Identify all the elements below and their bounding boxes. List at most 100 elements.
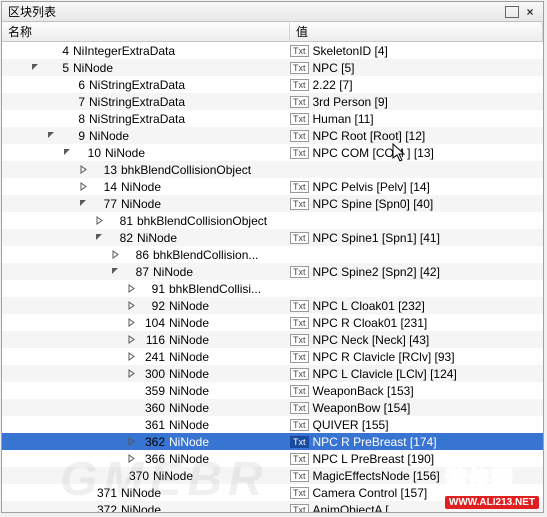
tree-row-value[interactable]: TxtNPC Neck [Neck] [43] xyxy=(290,333,543,347)
tree-view[interactable]: 4NiIntegerExtraDataTxtSkeletonID [4]5NiN… xyxy=(2,42,543,512)
tree-row-name[interactable]: 116NiNode xyxy=(2,333,290,347)
tree-row[interactable]: 87NiNodeTxtNPC Spine2 [Spn2] [42] xyxy=(2,263,543,280)
tree-row-value[interactable]: TxtNPC L Cloak01 [232] xyxy=(290,299,543,313)
tree-row-value[interactable]: TxtAnimObjectA [ xyxy=(290,503,543,513)
tree-row-value[interactable]: TxtNPC Root [Root] [12] xyxy=(290,129,543,143)
tree-row[interactable]: 13bhkBlendCollisionObject xyxy=(2,161,543,178)
tree-row[interactable]: 116NiNodeTxtNPC Neck [Neck] [43] xyxy=(2,331,543,348)
tree-row[interactable]: 5NiNodeTxtNPC [5] xyxy=(2,59,543,76)
tree-row-value[interactable]: TxtNPC COM [COM ] [13] xyxy=(290,146,543,160)
tree-row-value[interactable]: TxtSkeletonID [4] xyxy=(290,44,543,58)
tree-row-name[interactable]: 9NiNode xyxy=(2,129,290,143)
expand-icon[interactable] xyxy=(126,317,137,328)
collapse-icon[interactable] xyxy=(94,232,105,243)
tree-row-name[interactable]: 372NiNode xyxy=(2,503,290,513)
tree-row-value[interactable]: TxtNPC R Cloak01 [231] xyxy=(290,316,543,330)
tree-row[interactable]: 361NiNodeTxtQUIVER [155] xyxy=(2,416,543,433)
tree-row-name[interactable]: 5NiNode xyxy=(2,61,290,75)
tree-row[interactable]: 366NiNodeTxtNPC L PreBreast [190] xyxy=(2,450,543,467)
tree-row-name[interactable]: 361NiNode xyxy=(2,418,290,432)
expand-icon[interactable] xyxy=(126,351,137,362)
collapse-icon[interactable] xyxy=(78,198,89,209)
tree-row-value[interactable]: TxtNPC R PreBreast [174] xyxy=(290,435,543,449)
tree-row-value[interactable]: TxtNPC Spine2 [Spn2] [42] xyxy=(290,265,543,279)
tree-row-value[interactable]: TxtNPC R Clavicle [RClv] [93] xyxy=(290,350,543,364)
tree-row[interactable]: 8NiStringExtraDataTxtHuman [11] xyxy=(2,110,543,127)
tree-row-name[interactable]: 6NiStringExtraData xyxy=(2,78,290,92)
column-name-header[interactable]: 名称 xyxy=(2,21,290,42)
tree-row-name[interactable]: 92NiNode xyxy=(2,299,290,313)
expand-icon[interactable] xyxy=(126,453,137,464)
tree-row-value[interactable]: TxtNPC Spine [Spn0] [40] xyxy=(290,197,543,211)
tree-row-name[interactable]: 8NiStringExtraData xyxy=(2,112,290,126)
tree-row[interactable]: 9NiNodeTxtNPC Root [Root] [12] xyxy=(2,127,543,144)
tree-row[interactable]: 372NiNodeTxtAnimObjectA [ xyxy=(2,501,543,512)
tree-row-name[interactable]: 4NiIntegerExtraData xyxy=(2,44,290,58)
tree-row-value[interactable]: TxtMagicEffectsNode [156] xyxy=(290,469,543,483)
tree-row-name[interactable]: 360NiNode xyxy=(2,401,290,415)
tree-row[interactable]: 104NiNodeTxtNPC R Cloak01 [231] xyxy=(2,314,543,331)
tree-row-value[interactable]: Txt2.22 [7] xyxy=(290,78,543,92)
tree-row[interactable]: 86bhkBlendCollision... xyxy=(2,246,543,263)
tree-row-name[interactable]: 82NiNode xyxy=(2,231,290,245)
tree-row-name[interactable]: 370NiNode xyxy=(2,469,290,483)
tree-row-value[interactable]: TxtNPC L Clavicle [LClv] [124] xyxy=(290,367,543,381)
tree-row-name[interactable]: 7NiStringExtraData xyxy=(2,95,290,109)
expand-icon[interactable] xyxy=(94,215,105,226)
tree-row-value[interactable]: TxtNPC [5] xyxy=(290,61,543,75)
close-icon[interactable]: × xyxy=(523,5,537,19)
expand-icon[interactable] xyxy=(126,368,137,379)
tree-row-name[interactable]: 359NiNode xyxy=(2,384,290,398)
tree-row[interactable]: 92NiNodeTxtNPC L Cloak01 [232] xyxy=(2,297,543,314)
expand-icon[interactable] xyxy=(78,164,89,175)
tree-row-value[interactable]: TxtWeaponBack [153] xyxy=(290,384,543,398)
tree-row-name[interactable]: 87NiNode xyxy=(2,265,290,279)
tree-row[interactable]: 370NiNodeTxtMagicEffectsNode [156] xyxy=(2,467,543,484)
tree-row-value[interactable]: TxtWeaponBow [154] xyxy=(290,401,543,415)
tree-row-name[interactable]: 366NiNode xyxy=(2,452,290,466)
tree-row[interactable]: 300NiNodeTxtNPC L Clavicle [LClv] [124] xyxy=(2,365,543,382)
tree-row-name[interactable]: 300NiNode xyxy=(2,367,290,381)
tree-row-name[interactable]: 81bhkBlendCollisionObject xyxy=(2,214,290,228)
collapse-icon[interactable] xyxy=(30,62,41,73)
expand-icon[interactable] xyxy=(126,300,137,311)
tree-row[interactable]: 371NiNodeTxtCamera Control [157] xyxy=(2,484,543,501)
restore-icon[interactable] xyxy=(505,6,519,18)
collapse-icon[interactable] xyxy=(110,266,121,277)
tree-row-name[interactable]: 362NiNode xyxy=(2,435,290,449)
column-value-header[interactable]: 值 xyxy=(290,21,543,42)
tree-row-value[interactable]: Txt3rd Person [9] xyxy=(290,95,543,109)
tree-row[interactable]: 6NiStringExtraDataTxt2.22 [7] xyxy=(2,76,543,93)
collapse-icon[interactable] xyxy=(46,130,57,141)
expand-icon[interactable] xyxy=(78,181,89,192)
tree-row[interactable]: 14NiNodeTxtNPC Pelvis [Pelv] [14] xyxy=(2,178,543,195)
tree-row[interactable]: 362NiNodeTxtNPC R PreBreast [174] xyxy=(2,433,543,450)
tree-row[interactable]: 77NiNodeTxtNPC Spine [Spn0] [40] xyxy=(2,195,543,212)
expand-icon[interactable] xyxy=(126,436,137,447)
tree-row-value[interactable]: TxtNPC L PreBreast [190] xyxy=(290,452,543,466)
tree-row[interactable]: 241NiNodeTxtNPC R Clavicle [RClv] [93] xyxy=(2,348,543,365)
tree-row-name[interactable]: 104NiNode xyxy=(2,316,290,330)
tree-row[interactable]: 82NiNodeTxtNPC Spine1 [Spn1] [41] xyxy=(2,229,543,246)
tree-row-name[interactable]: 14NiNode xyxy=(2,180,290,194)
tree-row-value[interactable]: TxtHuman [11] xyxy=(290,112,543,126)
tree-row-name[interactable]: 91bhkBlendCollisi... xyxy=(2,282,290,296)
expand-icon[interactable] xyxy=(126,334,137,345)
tree-row-value[interactable]: TxtNPC Spine1 [Spn1] [41] xyxy=(290,231,543,245)
expand-icon[interactable] xyxy=(110,249,121,260)
tree-row[interactable]: 10NiNodeTxtNPC COM [COM ] [13] xyxy=(2,144,543,161)
tree-row-name[interactable]: 241NiNode xyxy=(2,350,290,364)
tree-row-name[interactable]: 77NiNode xyxy=(2,197,290,211)
tree-row-name[interactable]: 10NiNode xyxy=(2,146,290,160)
tree-row[interactable]: 91bhkBlendCollisi... xyxy=(2,280,543,297)
collapse-icon[interactable] xyxy=(62,147,73,158)
tree-row-name[interactable]: 371NiNode xyxy=(2,486,290,500)
tree-row-name[interactable]: 86bhkBlendCollision... xyxy=(2,248,290,262)
tree-row[interactable]: 360NiNodeTxtWeaponBow [154] xyxy=(2,399,543,416)
tree-row[interactable]: 4NiIntegerExtraDataTxtSkeletonID [4] xyxy=(2,42,543,59)
tree-row[interactable]: 81bhkBlendCollisionObject xyxy=(2,212,543,229)
tree-row-value[interactable]: TxtCamera Control [157] xyxy=(290,486,543,500)
tree-row-name[interactable]: 13bhkBlendCollisionObject xyxy=(2,163,290,177)
tree-row[interactable]: 7NiStringExtraDataTxt3rd Person [9] xyxy=(2,93,543,110)
tree-row-value[interactable]: TxtQUIVER [155] xyxy=(290,418,543,432)
